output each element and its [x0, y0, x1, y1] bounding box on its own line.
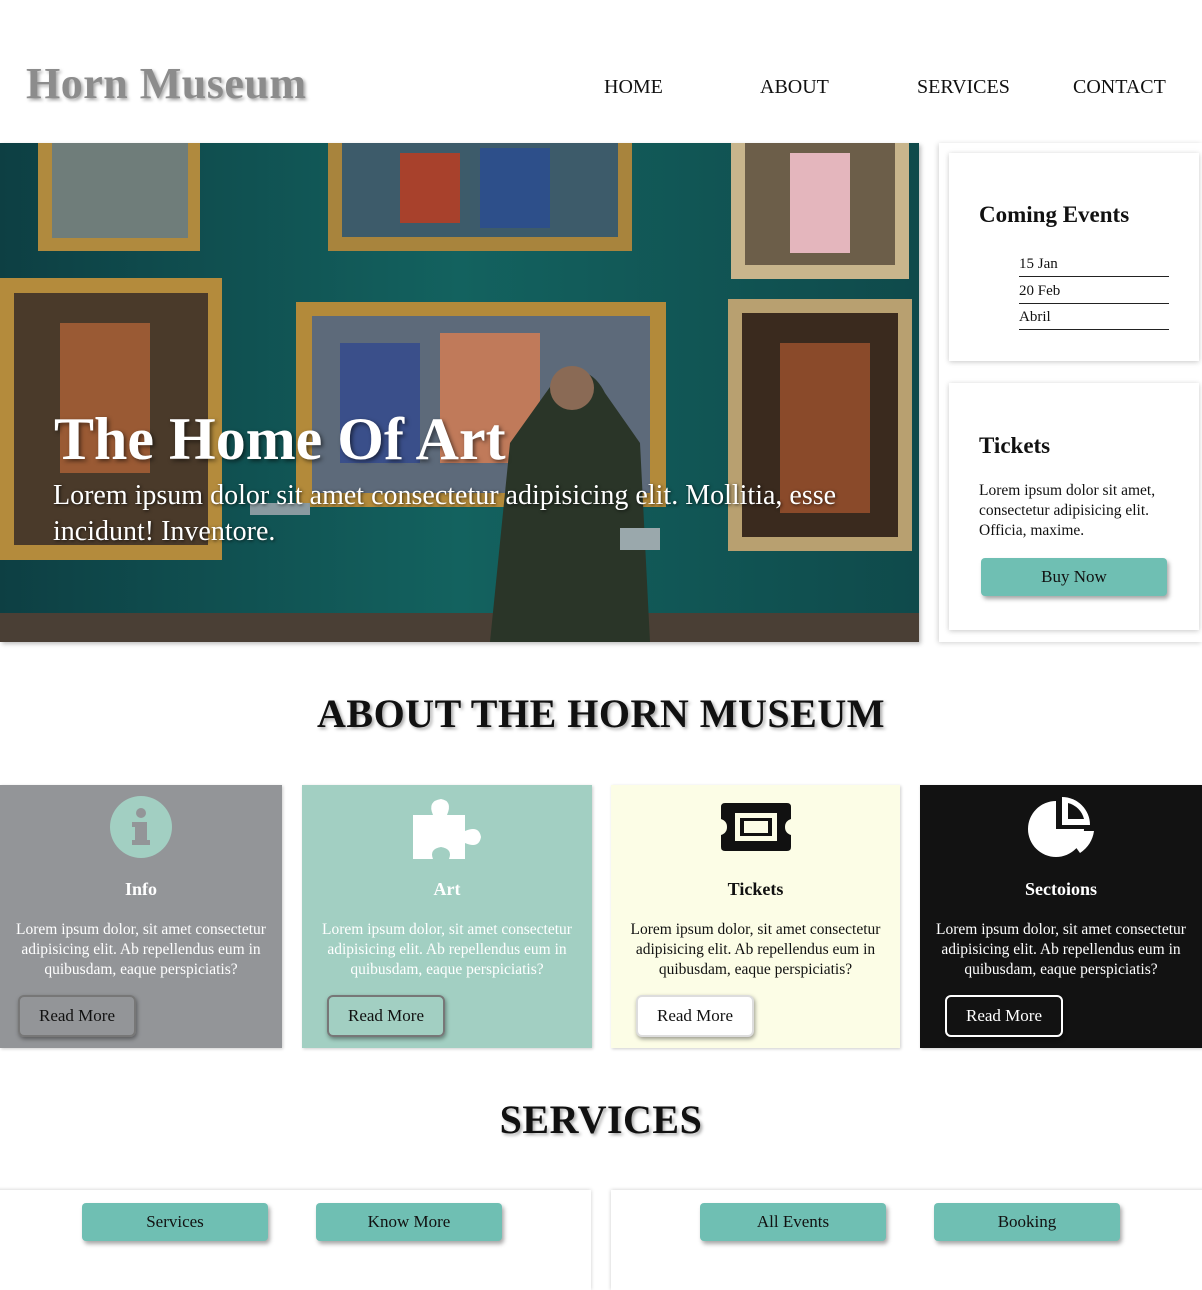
- about-heading: ABOUT THE HORN MUSEUM: [317, 691, 885, 736]
- hero-text: Lorem ipsum dolor sit amet consectetur a…: [53, 480, 837, 547]
- tickets-card: Tickets Lorem ipsum dolor sit amet, cons…: [949, 383, 1199, 630]
- card-title: Info: [124, 879, 157, 899]
- puzzle-icon: [409, 795, 485, 866]
- services-button[interactable]: Services: [82, 1203, 268, 1241]
- hero-title: The Home Of Art: [54, 406, 506, 472]
- read-more-button[interactable]: Read More: [18, 995, 136, 1037]
- site-logo[interactable]: Horn Museum: [26, 58, 307, 109]
- event-item[interactable]: 20 Feb: [1019, 283, 1169, 304]
- card-text: Lorem ipsum dolor, sit amet consectetur …: [630, 921, 881, 978]
- read-more-button[interactable]: Read More: [636, 995, 754, 1037]
- services-heading: SERVICES: [499, 1097, 703, 1142]
- hero-banner: The Home Of Art Lorem ipsum dolor sit am…: [0, 143, 919, 642]
- services-panel-left: Services Know More: [0, 1190, 591, 1290]
- gallery-image: [0, 143, 919, 642]
- coming-events-card: Coming Events 15 Jan 20 Feb Abril: [949, 153, 1199, 361]
- tickets-text: Lorem ipsum dolor sit amet, consectetur …: [979, 482, 1156, 539]
- booking-button[interactable]: Booking: [934, 1203, 1120, 1241]
- info-icon: [109, 795, 173, 864]
- services-panel-right: All Events Booking: [611, 1190, 1202, 1290]
- know-more-button[interactable]: Know More: [316, 1203, 502, 1241]
- event-item[interactable]: Abril: [1019, 309, 1169, 330]
- all-events-button[interactable]: All Events: [700, 1203, 886, 1241]
- card-text: Lorem ipsum dolor, sit amet consectetur …: [936, 921, 1186, 978]
- nav-home[interactable]: HOME: [604, 76, 663, 99]
- about-card-art: Art Lorem ipsum dolor, sit amet consecte…: [302, 785, 592, 1048]
- card-title: Art: [433, 879, 461, 899]
- card-text: Lorem ipsum dolor, sit amet consectetur …: [16, 921, 266, 978]
- about-card-info: Info Lorem ipsum dolor, sit amet consect…: [0, 785, 282, 1048]
- sidebar: Coming Events 15 Jan 20 Feb Abril Ticket…: [939, 143, 1202, 642]
- read-more-button[interactable]: Read More: [945, 995, 1063, 1037]
- card-title: Tickets: [727, 879, 784, 899]
- read-more-button[interactable]: Read More: [327, 995, 445, 1037]
- nav-about[interactable]: ABOUT: [760, 76, 829, 99]
- tickets-title: Tickets: [979, 433, 1051, 458]
- card-text: Lorem ipsum dolor, sit amet consectetur …: [322, 921, 572, 978]
- card-title: Sectoions: [1025, 879, 1097, 899]
- ticket-icon: [719, 801, 793, 858]
- nav-contact[interactable]: CONTACT: [1073, 76, 1166, 99]
- pie-chart-icon: [1024, 795, 1098, 866]
- coming-events-title: Coming Events: [979, 202, 1130, 227]
- buy-now-button[interactable]: Buy Now: [981, 558, 1167, 596]
- event-item[interactable]: 15 Jan: [1019, 256, 1169, 277]
- about-card-sections: Sectoions Lorem ipsum dolor, sit amet co…: [920, 785, 1202, 1048]
- nav-services[interactable]: SERVICES: [917, 76, 1010, 99]
- about-card-tickets: Tickets Lorem ipsum dolor, sit amet cons…: [611, 785, 900, 1048]
